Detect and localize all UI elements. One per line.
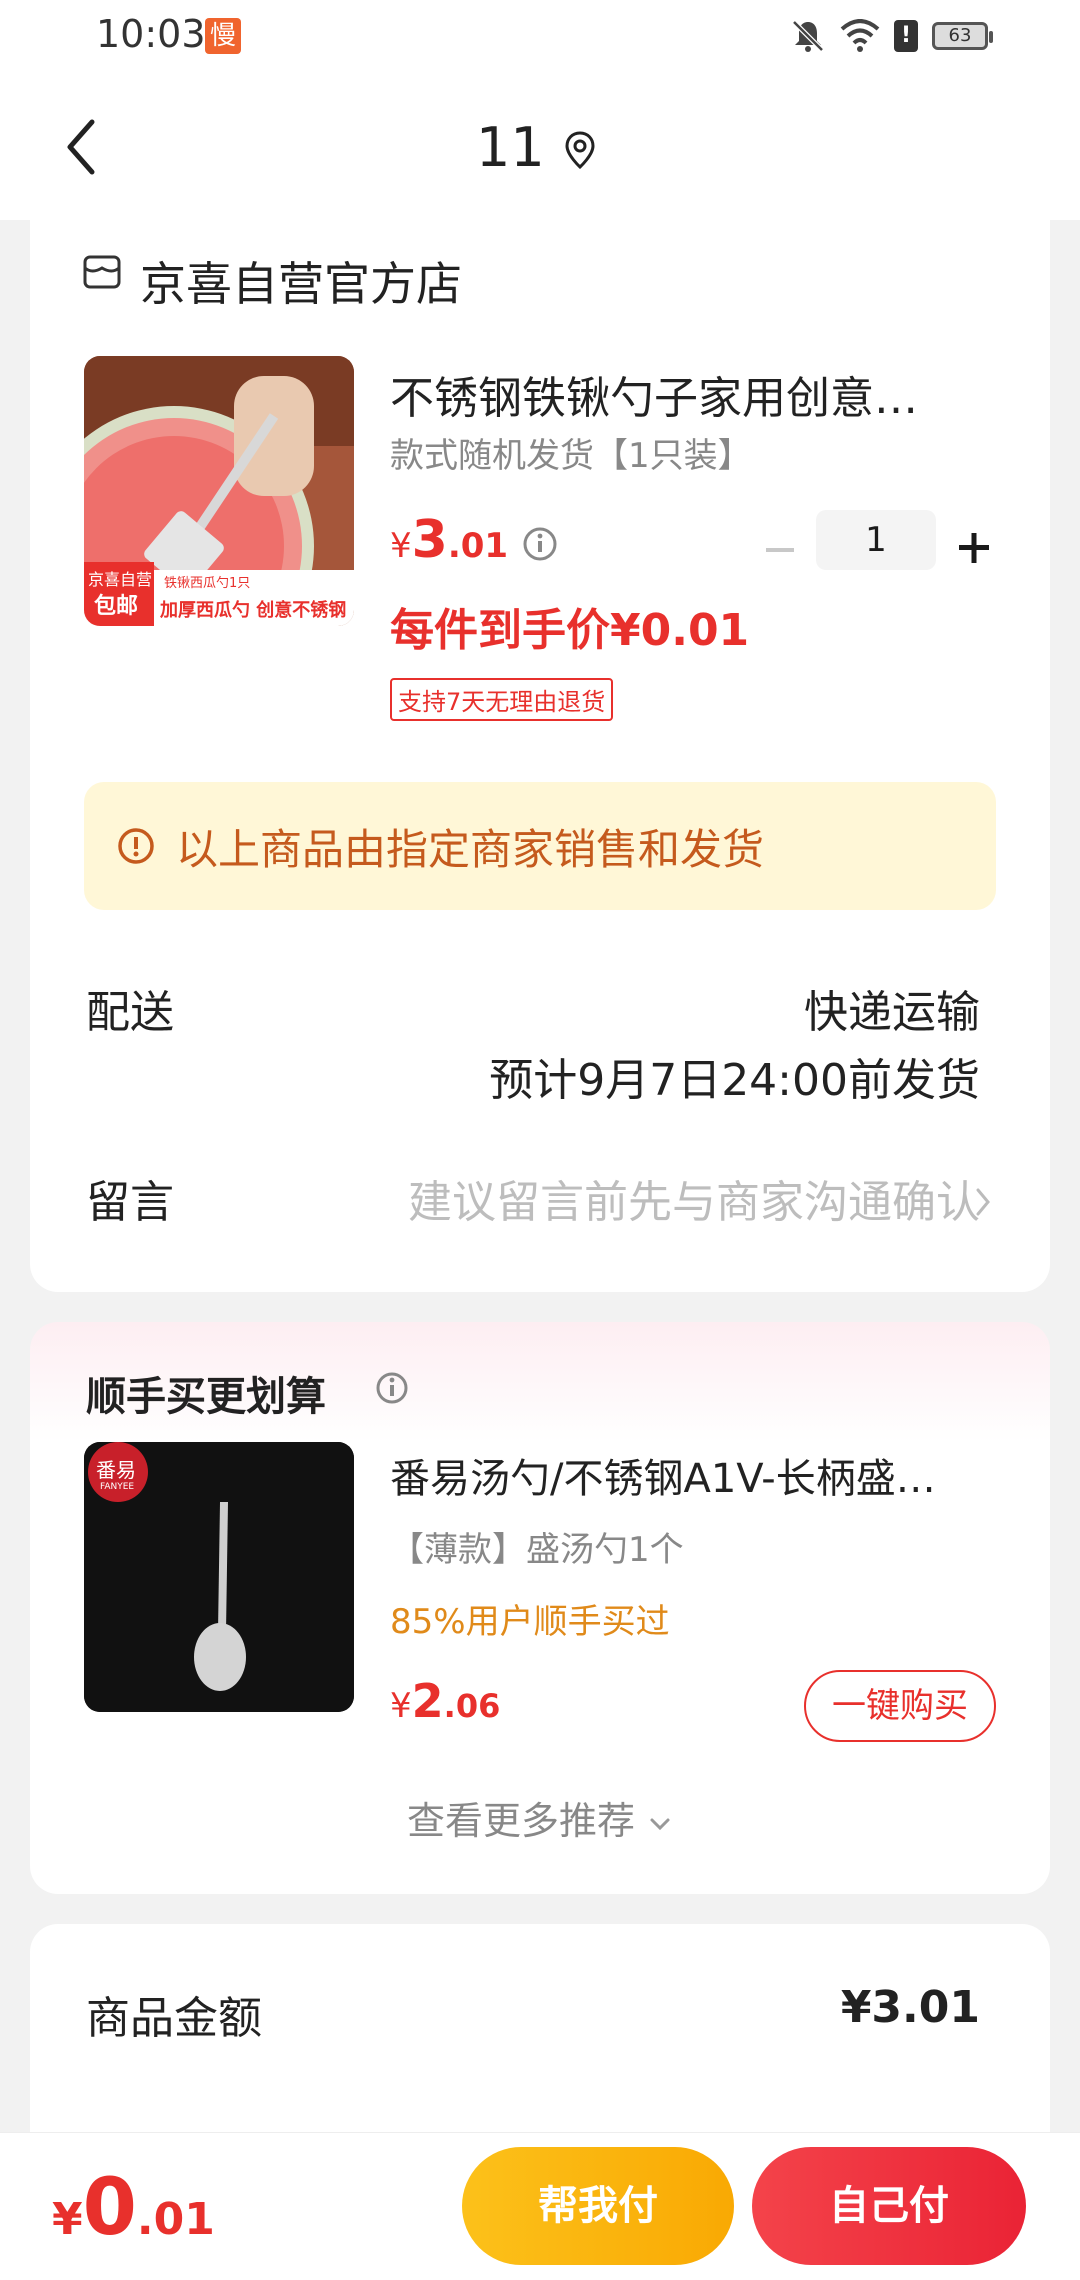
delivery-label: 配送: [86, 987, 174, 1038]
goods-amount-value: ¥3.01: [840, 1982, 980, 2033]
total-yen: ¥: [52, 2194, 83, 2245]
quantity-field[interactable]: 1: [816, 510, 936, 570]
store-icon: [83, 255, 121, 289]
info-icon: [118, 828, 154, 864]
help-pay-button[interactable]: 帮我付: [462, 2147, 734, 2265]
price-yen: ¥: [390, 526, 412, 566]
thumb-badge-bottom: 包邮: [94, 594, 139, 619]
total-decimal: .01: [136, 2194, 215, 2245]
recommend-title: 顺手买更划算: [86, 1374, 326, 1420]
page-title: 11: [476, 116, 545, 179]
bottom-checkout-bar: ¥0.01 帮我付 自己付: [0, 2132, 1080, 2280]
see-more-recommendations[interactable]: 查看更多推荐: [30, 1790, 1050, 1845]
product-price: ¥3.01: [390, 510, 508, 570]
delivery-method[interactable]: 快递运输: [804, 976, 980, 1040]
nav-bar: 11: [0, 72, 1080, 220]
product-variant[interactable]: 款式随机发货【1只装】: [390, 428, 752, 477]
recommend-product-image[interactable]: 番易 FANYEE: [84, 1442, 354, 1712]
per-item-price: 每件到手价¥0.01: [390, 605, 750, 656]
info-icon[interactable]: [374, 1370, 410, 1406]
social-proof: 85%用户顺手买过: [390, 1602, 670, 1642]
battery-icon: 63: [932, 22, 993, 50]
product-title[interactable]: 不锈钢铁锹勺子家用创意…: [390, 362, 918, 426]
chevron-down-icon: [650, 1818, 670, 1830]
self-pay-button[interactable]: 自己付: [752, 2147, 1026, 2265]
price-decimal: .06: [443, 1687, 501, 1725]
chevron-right-icon[interactable]: [970, 1184, 996, 1220]
price-yen: ¥: [390, 1686, 412, 1726]
price-integer: 2: [411, 1674, 444, 1728]
alert-icon: !: [894, 20, 918, 52]
plus-icon[interactable]: [954, 528, 994, 568]
seller-notice: 以上商品由指定商家销售和发货: [84, 782, 996, 910]
app-notification-badge: 慢: [205, 18, 241, 54]
price-decimal: .01: [447, 526, 509, 566]
brand-badge-sub: FANYEE: [100, 1482, 135, 1492]
status-bar: 10:03 慢 ! 63: [0, 0, 1080, 72]
brand-badge: 番易: [96, 1458, 136, 1482]
goods-amount-label: 商品金额: [86, 1993, 262, 2044]
info-icon[interactable]: [522, 526, 558, 562]
price-integer: 3: [411, 510, 448, 570]
location-pin-icon[interactable]: [562, 130, 598, 170]
thumb-caption-small: 铁锹西瓜勺1只: [164, 576, 251, 591]
message-label: 留言: [86, 1177, 174, 1228]
recommend-price: ¥2.06: [390, 1674, 500, 1728]
one-click-buy-button[interactable]: 一键购买: [804, 1670, 996, 1742]
total-integer: 0: [82, 2163, 137, 2253]
total-price: ¥0.01: [52, 2163, 215, 2253]
store-name[interactable]: 京喜自营官方店: [140, 248, 462, 314]
bell-off-icon: [792, 20, 824, 52]
recommend-card: 顺手买更划算 番易 FANYEE 番易汤勺/不锈钢A1V-长柄盛… 【薄款】盛汤…: [30, 1322, 1050, 1894]
status-time: 10:03: [96, 12, 206, 56]
order-card: 京喜自营官方店 京喜自营 包邮 铁锹西瓜勺1只 加厚西瓜勺 创意不锈钢 不锈钢铁…: [30, 210, 1050, 1292]
see-more-label: 查看更多推荐: [406, 1799, 635, 1843]
message-input[interactable]: 建议留言前先与商家沟通确认: [408, 1166, 980, 1230]
thumb-caption: 加厚西瓜勺 创意不锈钢: [160, 600, 347, 621]
status-icons: ! 63: [790, 16, 993, 56]
quantity-value: 1: [865, 520, 887, 560]
minus-icon[interactable]: [760, 530, 800, 570]
back-chevron-icon[interactable]: [58, 112, 108, 182]
product-image[interactable]: 京喜自营 包邮 铁锹西瓜勺1只 加厚西瓜勺 创意不锈钢: [84, 356, 354, 626]
thumb-badge-top: 京喜自营: [88, 570, 153, 589]
delivery-estimate: 预计9月7日24:00前发货: [489, 1055, 980, 1106]
seller-notice-text: 以上商品由指定商家销售和发货: [176, 825, 765, 874]
return-policy-tag: 支持7天无理由退货: [390, 678, 614, 721]
recommend-product-variant: 【薄款】盛汤勺1个: [390, 1530, 684, 1570]
recommend-product-title[interactable]: 番易汤勺/不锈钢A1V-长柄盛…: [390, 1446, 936, 1504]
wifi-icon: [840, 19, 880, 52]
